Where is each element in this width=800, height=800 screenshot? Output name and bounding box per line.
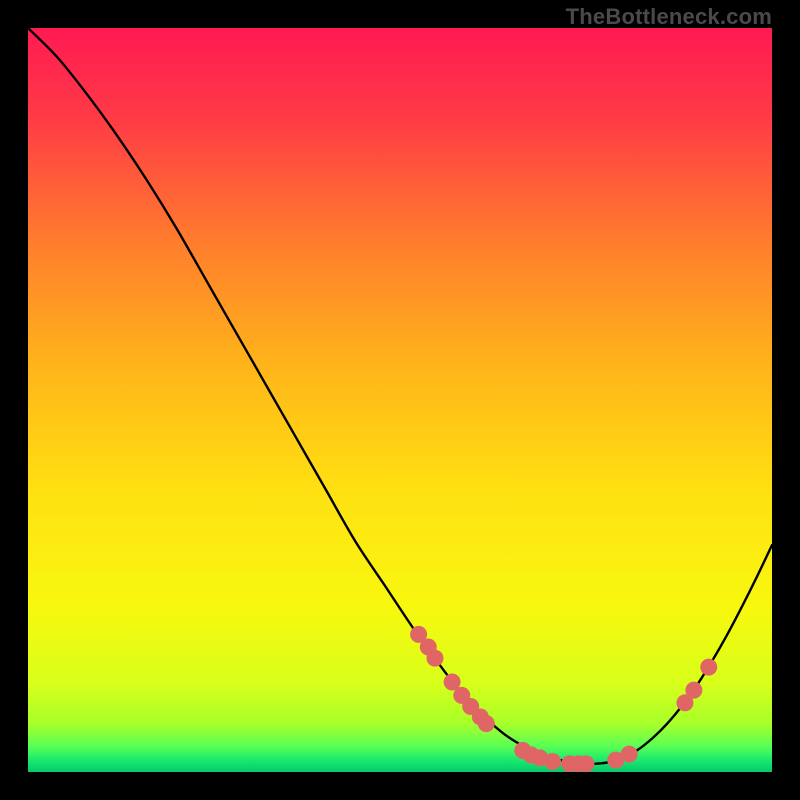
data-marker [578,755,595,772]
data-marker [478,715,495,732]
data-marker [426,650,443,667]
data-marker [544,753,561,770]
data-marker [700,659,717,676]
gradient-background [28,28,772,772]
chart-frame: TheBottleneck.com [0,0,800,800]
data-marker [685,682,702,699]
watermark-text: TheBottleneck.com [566,4,772,30]
data-marker [621,746,638,763]
plot-area [28,28,772,772]
bottleneck-chart [28,28,772,772]
